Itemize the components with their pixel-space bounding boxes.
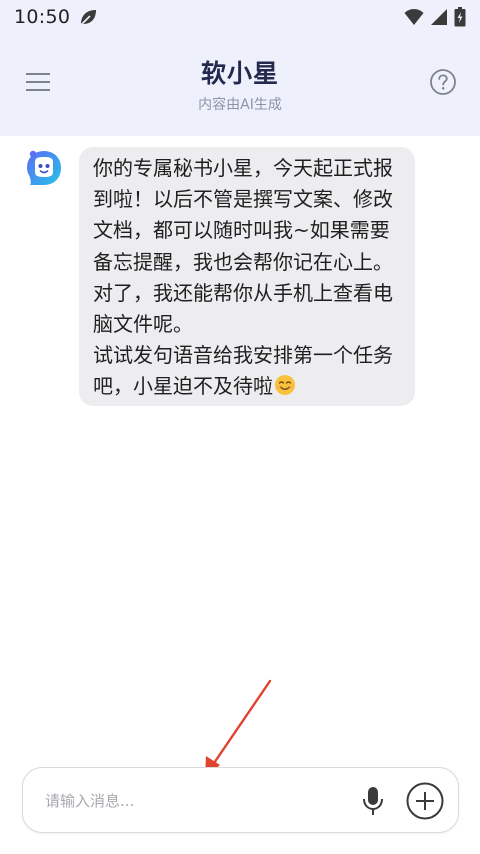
page-subtitle: 内容由AI生成 [198,97,282,113]
microphone-icon[interactable] [361,785,385,817]
bot-message-bubble: 你的专属秘书小星，今天起正式报 到啦！以后不管是撰写文案、修改 文档，都可以随时… [79,147,415,406]
message-line-text: 吧，小星迫不及待啦 [93,374,273,399]
message-last-line: 吧，小星迫不及待啦 [93,371,401,402]
help-circle-icon[interactable] [429,68,457,96]
message-line: 文档，都可以随时叫我~如果需要 [93,218,390,243]
bot-avatar-icon [27,150,61,185]
app-header: 软小星 内容由AI生成 [0,34,480,136]
message-composer [22,767,459,833]
message-input[interactable] [45,788,345,814]
battery-icon [454,7,466,27]
message-line: 试试发句语音给我安排第一个任务 [93,343,393,368]
signal-icon [431,9,447,25]
status-time: 10:50 [14,6,71,28]
status-bar: 10:50 [0,0,480,34]
status-icons [404,7,466,27]
leaf-icon [80,10,97,26]
plus-circle-icon[interactable] [405,781,445,821]
message-line: 备忘提醒，我也会帮你记在心上。 [93,249,393,274]
wifi-icon [404,9,424,25]
smiling-face-emoji [275,375,295,396]
message-line: 到啦！以后不管是撰写文案、修改 [93,187,393,212]
message-line: 脑文件呢。 [93,312,193,337]
message-line: 对了，我还能帮你从手机上查看电 [93,280,393,305]
message-line: 你的专属秘书小星，今天起正式报 [93,156,393,180]
chat-screen: 10:50 软小星 内容由AI生成 你的专属秘书小星，今天起正式报 到啦！以后不… [0,0,480,854]
page-title: 软小星 [200,59,279,88]
